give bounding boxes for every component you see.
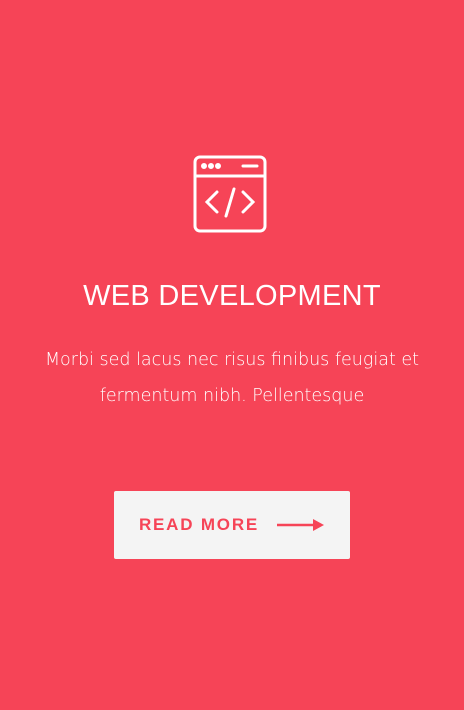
read-more-label: READ MORE: [138, 515, 260, 534]
card-title: WEB DEVELOPMENT: [83, 280, 381, 312]
read-more-button[interactable]: READ MORE: [114, 491, 350, 559]
code-window-icon: [193, 155, 267, 233]
card-description: Morbi sed lacus nec risus finibus feugia…: [44, 350, 420, 406]
arrow-right-icon: [277, 519, 325, 531]
